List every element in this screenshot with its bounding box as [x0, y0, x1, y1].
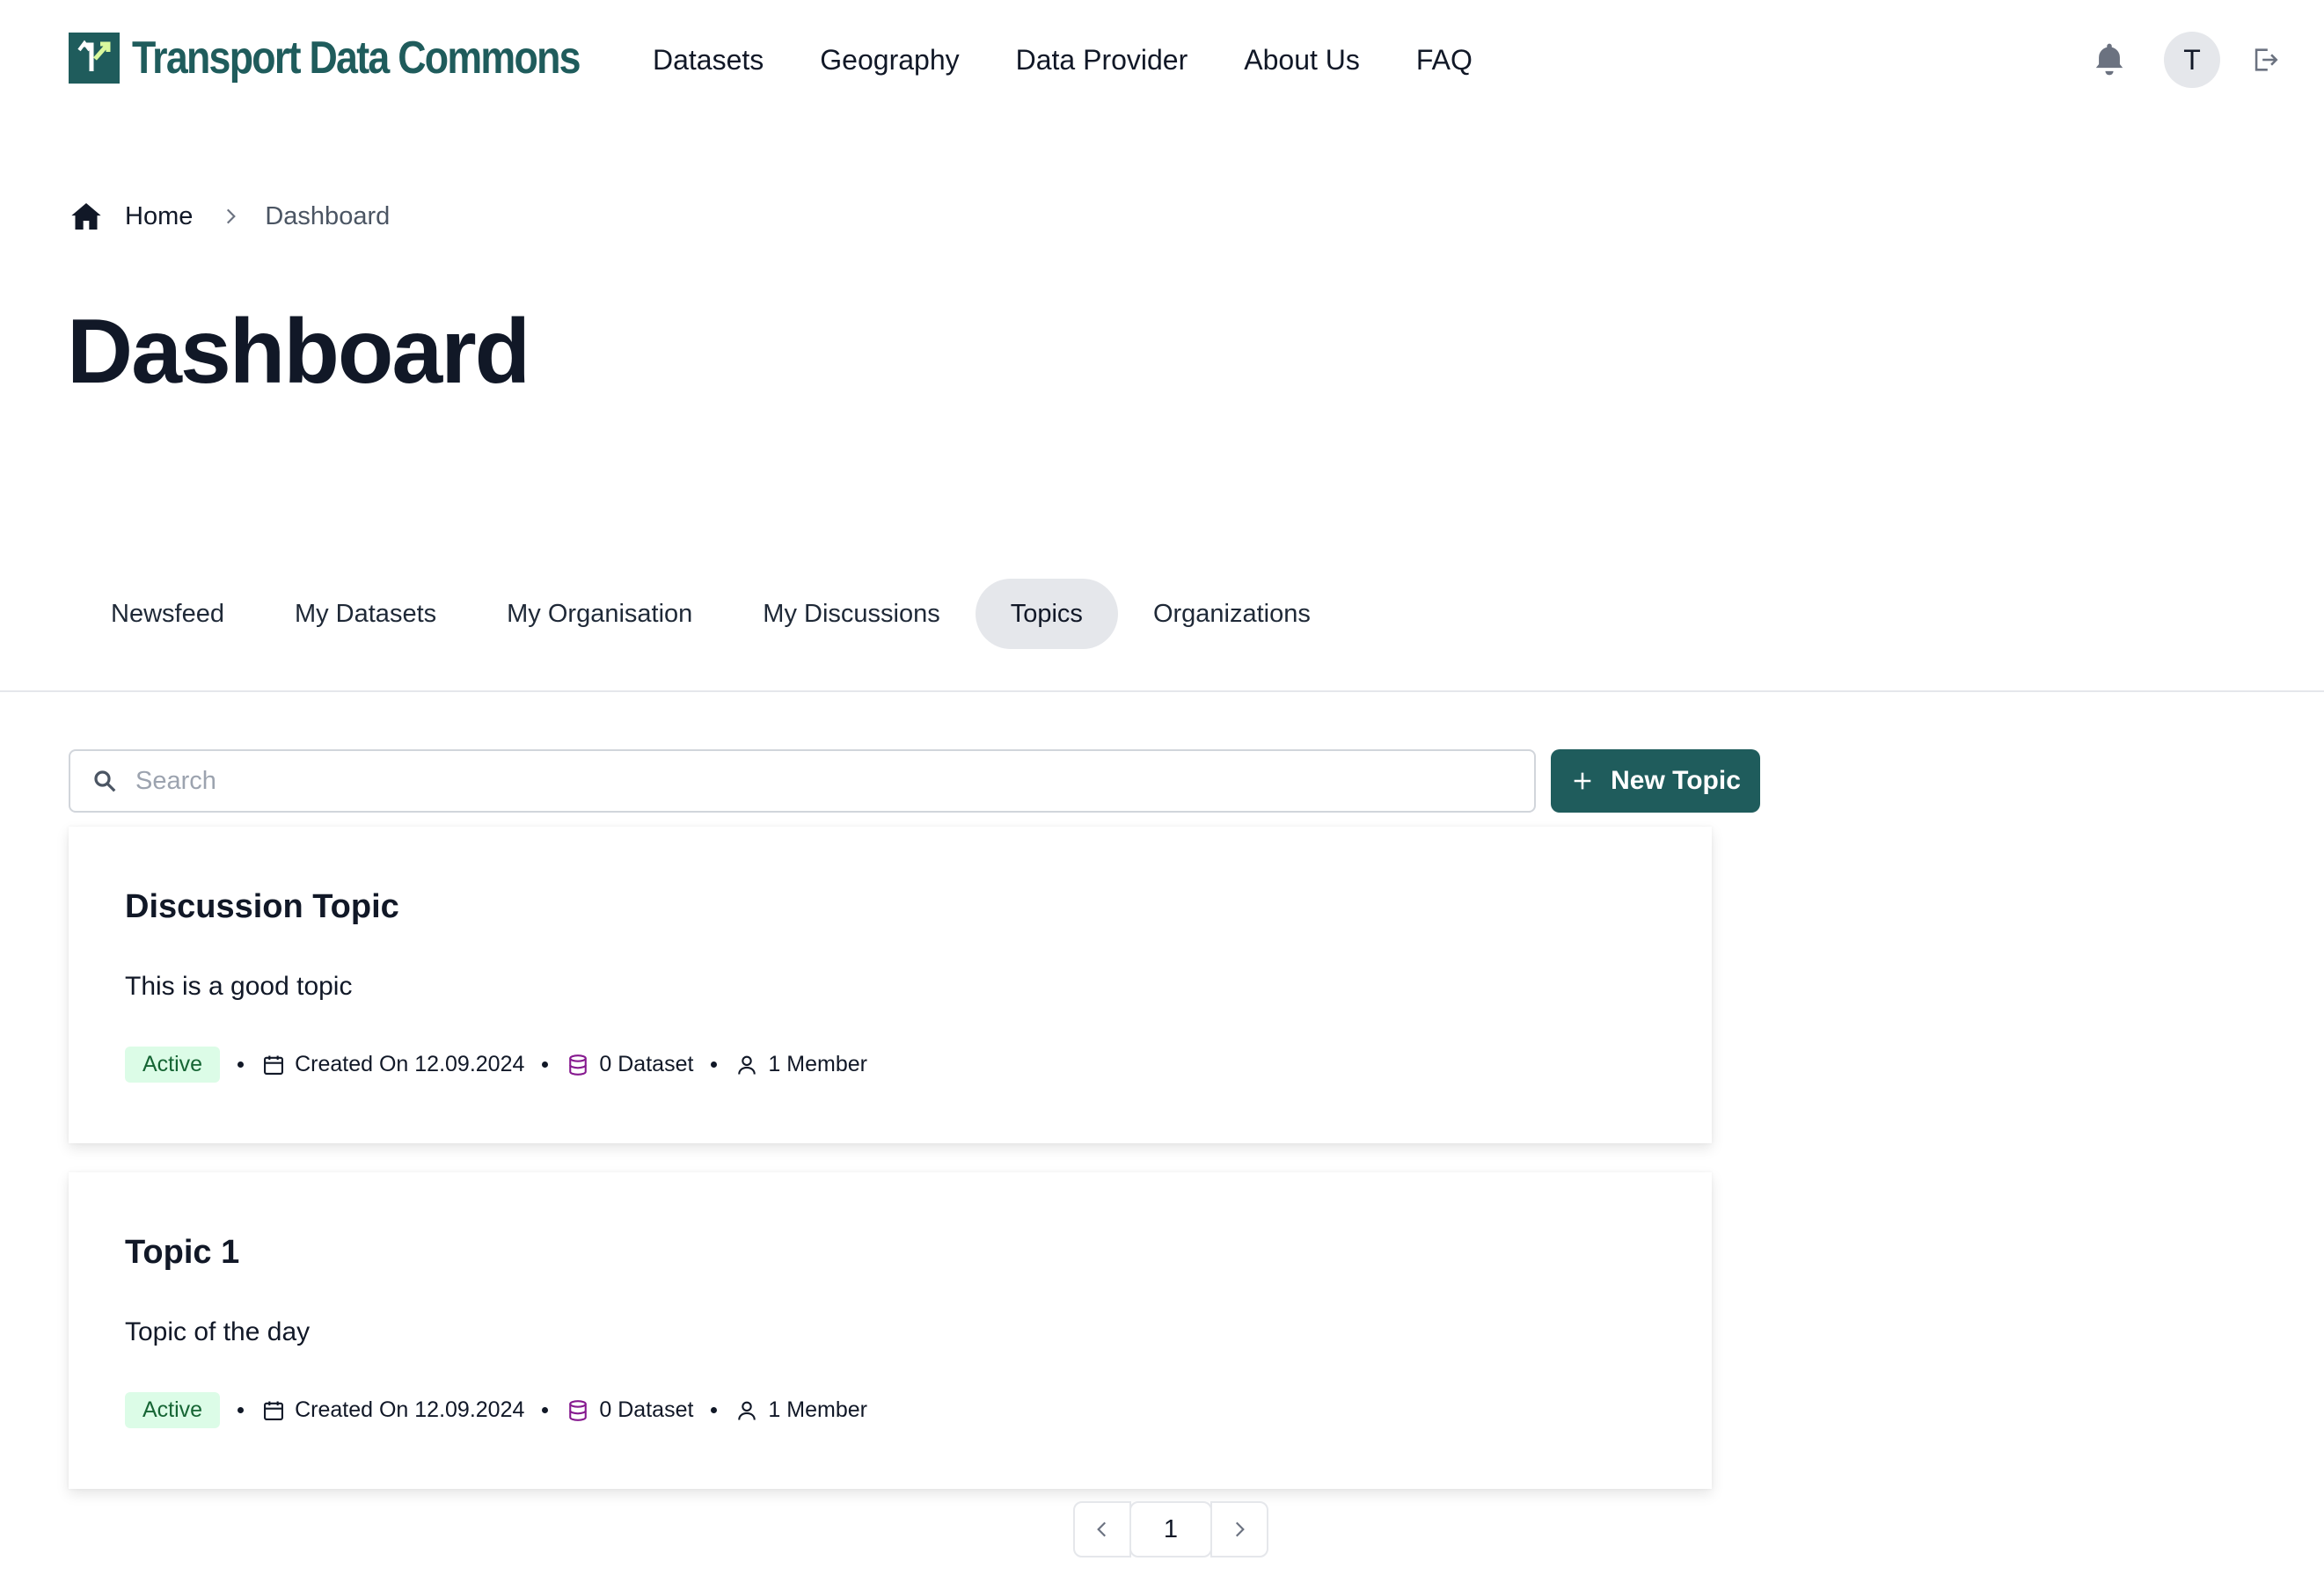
search-input[interactable] — [135, 766, 1455, 796]
top-header: Transport Data Commons Datasets Geograph… — [0, 0, 2324, 123]
tab-topics[interactable]: Topics — [975, 579, 1118, 649]
brand-logo[interactable]: Transport Data Commons — [69, 32, 653, 84]
plus-icon — [1574, 772, 1591, 790]
chevron-right-icon — [1235, 1521, 1245, 1537]
breadcrumb-current: Dashboard — [265, 201, 391, 230]
topic-meta: Active Created On 12.09.2024 0 Dataset 1… — [125, 1392, 867, 1428]
next-page-button[interactable] — [1210, 1501, 1268, 1557]
user-icon — [738, 1401, 756, 1420]
breadcrumb: Home Dashboard — [69, 199, 390, 234]
logout-icon[interactable] — [2250, 45, 2280, 75]
dataset-count: 0 Dataset — [599, 1052, 694, 1076]
header-actions: T — [2090, 32, 2280, 88]
nav-about-us[interactable]: About Us — [1244, 39, 1360, 81]
tab-organizations[interactable]: Organizations — [1118, 579, 1346, 649]
logo-mark-icon — [69, 33, 120, 84]
nav-faq[interactable]: FAQ — [1416, 39, 1473, 81]
prev-page-button[interactable] — [1073, 1501, 1131, 1557]
separator-dot — [238, 1407, 245, 1413]
tab-newsfeed[interactable]: Newsfeed — [76, 579, 259, 649]
separator-dot — [238, 1061, 245, 1068]
member-count: 1 Member — [768, 1397, 867, 1422]
pagination: 1 — [1073, 1501, 1268, 1557]
dashboard-tabs: Newsfeed My Datasets My Organisation My … — [76, 579, 1346, 649]
new-topic-label: New Topic — [1611, 766, 1741, 795]
new-topic-button[interactable]: New Topic — [1551, 749, 1760, 813]
separator-dot — [711, 1407, 718, 1413]
chevron-right-icon — [227, 208, 237, 224]
database-icon — [569, 1054, 588, 1076]
bell-icon[interactable] — [2090, 40, 2129, 79]
home-icon[interactable] — [69, 199, 104, 234]
member-count: 1 Member — [768, 1052, 867, 1076]
separator-dot — [542, 1061, 549, 1068]
topic-card[interactable]: Topic 1 Topic of the day Active Created … — [69, 1172, 1712, 1489]
main-nav: Datasets Geography Data Provider About U… — [653, 39, 1529, 81]
created-date: Created On 12.09.2024 — [295, 1397, 525, 1422]
dataset-count: 0 Dataset — [599, 1397, 694, 1422]
page-title: Dashboard — [67, 301, 530, 403]
tab-my-datasets[interactable]: My Datasets — [259, 579, 471, 649]
separator-dot — [711, 1061, 718, 1068]
topic-card[interactable]: Discussion Topic This is a good topic Ac… — [69, 827, 1712, 1143]
page-number-button[interactable]: 1 — [1129, 1501, 1212, 1557]
nav-datasets[interactable]: Datasets — [653, 39, 764, 81]
nav-data-provider[interactable]: Data Provider — [1016, 39, 1188, 81]
chevron-left-icon — [1097, 1521, 1107, 1537]
topic-description: Topic of the day — [125, 1317, 311, 1346]
topic-title[interactable]: Discussion Topic — [125, 888, 399, 926]
separator-dot — [542, 1407, 549, 1413]
database-icon — [569, 1399, 588, 1421]
search-box — [69, 749, 1536, 813]
user-icon — [738, 1055, 756, 1075]
search-icon — [94, 770, 116, 792]
nav-geography[interactable]: Geography — [820, 39, 959, 81]
topic-description: This is a good topic — [125, 972, 353, 1001]
tab-my-organisation[interactable]: My Organisation — [471, 579, 727, 649]
created-date: Created On 12.09.2024 — [295, 1052, 525, 1076]
calendar-icon — [264, 1401, 284, 1420]
brand-name: Transport Data Commons — [132, 33, 581, 84]
breadcrumb-home[interactable]: Home — [125, 202, 193, 231]
tabs-divider — [0, 690, 2324, 692]
topic-title[interactable]: Topic 1 — [125, 1234, 239, 1272]
topic-meta: Active Created On 12.09.2024 0 Dataset 1… — [125, 1047, 867, 1083]
calendar-icon — [264, 1055, 284, 1075]
tab-my-discussions[interactable]: My Discussions — [727, 579, 975, 649]
user-avatar[interactable]: T — [2164, 32, 2220, 88]
status-badge: Active — [125, 1047, 221, 1083]
status-badge: Active — [125, 1392, 221, 1428]
